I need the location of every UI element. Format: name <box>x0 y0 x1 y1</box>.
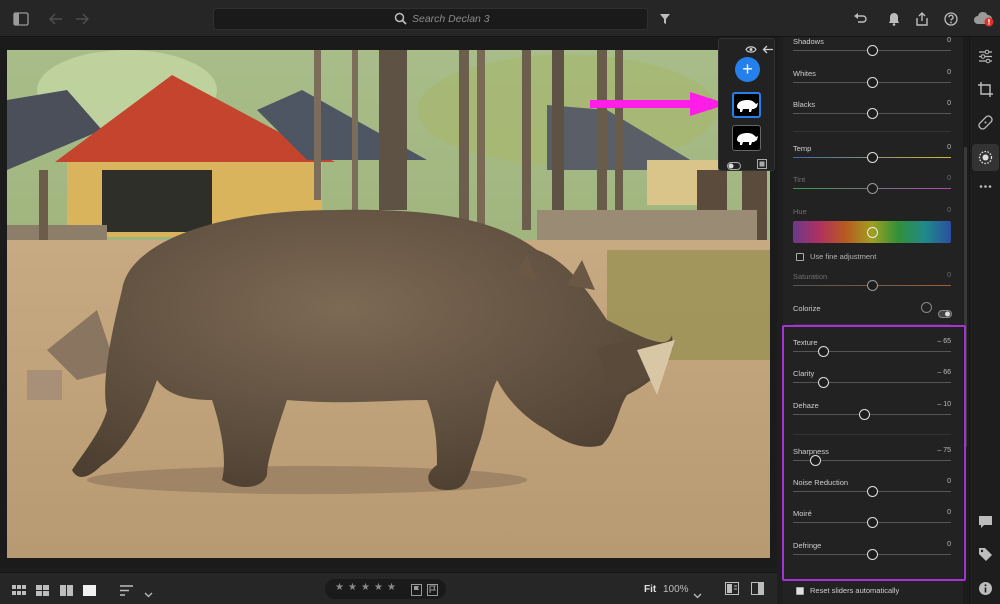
healing-icon[interactable] <box>978 115 993 130</box>
undo-icon[interactable] <box>850 9 870 29</box>
star-1[interactable]: ★ <box>335 582 344 593</box>
fit-button[interactable]: Fit <box>644 584 656 595</box>
tag-icon[interactable] <box>978 547 993 562</box>
slider-knob[interactable] <box>866 77 878 88</box>
reset-sliders-checkbox[interactable] <box>796 587 804 595</box>
divider <box>793 131 951 132</box>
compare-view-icon[interactable] <box>60 583 73 601</box>
rhino-photo <box>7 50 770 558</box>
more-icon[interactable] <box>978 179 993 194</box>
rating-stars: ★ ★ ★ ★ ★ <box>325 579 446 599</box>
tool-rail <box>969 37 1000 604</box>
add-mask-button[interactable]: + <box>735 57 760 82</box>
star-3[interactable]: ★ <box>361 582 370 593</box>
slider-knob[interactable] <box>866 152 878 163</box>
photo-canvas[interactable] <box>0 37 777 568</box>
edit-sliders-icon[interactable] <box>978 49 993 64</box>
hue-slider-knob[interactable] <box>867 227 878 238</box>
forward-arrow-icon[interactable] <box>72 9 92 29</box>
zoom-chevron-down-icon[interactable] <box>693 586 702 604</box>
sidebar-toggle-icon[interactable] <box>11 9 31 29</box>
back-arrow-icon[interactable] <box>46 9 66 29</box>
search-icon <box>394 12 407 30</box>
slider-knob[interactable] <box>866 45 878 56</box>
colorize-toggle[interactable] <box>938 305 952 323</box>
masks-panel: + <box>718 38 775 171</box>
fine-adjustment-label: Use fine adjustment <box>810 252 877 261</box>
cloud-sync-alert-icon[interactable] <box>972 9 996 29</box>
slider-knob[interactable] <box>866 183 878 194</box>
comments-icon[interactable] <box>978 515 993 530</box>
split-view-icon[interactable] <box>751 582 764 600</box>
mask-rhino-icon <box>737 100 758 112</box>
annotation-arrow <box>590 92 728 116</box>
mask-rhino-icon <box>737 133 758 145</box>
detail-sliders-highlight <box>782 325 966 581</box>
colorize-swatch[interactable] <box>921 302 932 313</box>
info-icon[interactable] <box>978 581 993 596</box>
toggle-overlay-icon[interactable] <box>727 157 741 175</box>
fine-adjustment-checkbox[interactable] <box>796 253 804 261</box>
sort-icon[interactable] <box>120 583 133 601</box>
slider-knob[interactable] <box>866 108 878 119</box>
notifications-icon[interactable] <box>884 9 904 29</box>
masking-icon[interactable] <box>978 150 993 165</box>
filter-icon[interactable] <box>655 9 675 29</box>
overlay-mode-icon[interactable] <box>757 156 767 174</box>
bottom-toolbar: ★ ★ ★ ★ ★ Fit 100% <box>0 572 777 604</box>
star-2[interactable]: ★ <box>348 582 357 593</box>
square-grid-view-icon[interactable] <box>36 583 49 601</box>
crop-icon[interactable] <box>978 82 993 97</box>
slider-knob[interactable] <box>866 280 878 291</box>
back-arrow-icon[interactable] <box>762 41 774 59</box>
flag-pick-icon[interactable] <box>411 583 422 601</box>
detail-view-icon[interactable] <box>83 583 96 601</box>
help-icon[interactable] <box>941 9 961 29</box>
flag-reject-icon[interactable] <box>427 583 438 601</box>
reset-sliders-label: Reset sliders automatically <box>810 586 900 595</box>
before-after-icon[interactable] <box>725 582 739 600</box>
share-icon[interactable] <box>912 9 932 29</box>
zoom-level[interactable]: 100% <box>663 584 689 595</box>
mask-thumbnail[interactable] <box>732 125 761 151</box>
star-4[interactable]: ★ <box>374 582 383 593</box>
mask-thumbnail-selected[interactable] <box>732 92 761 118</box>
star-5[interactable]: ★ <box>387 582 396 593</box>
search-placeholder: Search Declan 3 <box>412 13 490 25</box>
search-bar[interactable]: Search Declan 3 <box>213 8 648 30</box>
app-window: Search Declan 3 + Shadows 0 Whites 0 Bla… <box>0 0 1000 604</box>
grid-view-icon[interactable] <box>12 583 26 601</box>
chevron-down-icon[interactable] <box>144 585 153 603</box>
top-toolbar: Search Declan 3 <box>0 0 1000 37</box>
